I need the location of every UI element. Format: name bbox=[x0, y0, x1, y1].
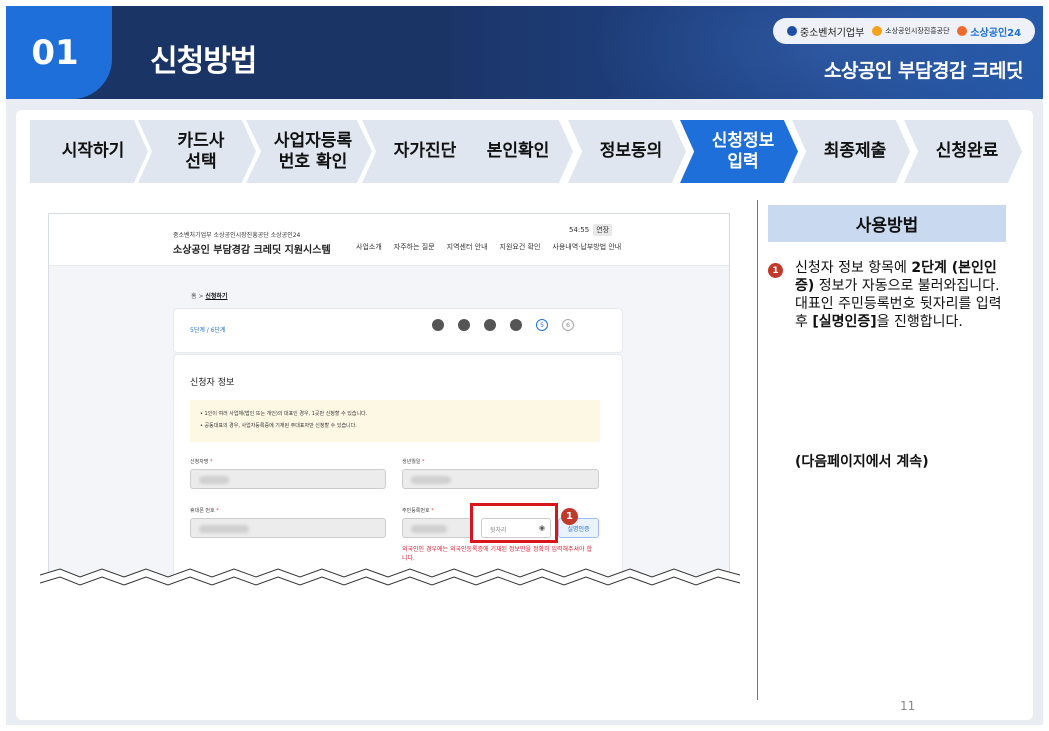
breadcrumb-home[interactable]: 홈 bbox=[191, 293, 197, 300]
sbiz24-logo-icon bbox=[957, 26, 968, 36]
shot-menu-item[interactable]: 지역센터 안내 bbox=[447, 242, 488, 252]
page-title: 신청방법 bbox=[150, 44, 257, 79]
semas-logo-icon bbox=[872, 26, 883, 36]
progress-dot-next: 6 bbox=[562, 319, 574, 331]
mss-logo-icon bbox=[786, 26, 797, 36]
error-message: 외국인인 경우에는 외국인등록증에 기재된 정보만을 정확히 입력해주셔야 합니… bbox=[402, 546, 592, 562]
progress-dots: 5 6 bbox=[432, 319, 574, 331]
birth-label: 생년월일 * bbox=[402, 459, 425, 465]
step-bar: 시작하기 카드사 선택 사업자등록 번호 확인 자가진단 본인확인 정보동의 신… bbox=[30, 120, 1022, 183]
rrn-label: 주민등록번호 * bbox=[402, 508, 434, 514]
brand-title: 소상공인 부담경감 크레딧 bbox=[823, 60, 1024, 82]
logo-pill: 중소벤처기업부 소상공인시장진흥공단 소상공인24 bbox=[773, 18, 1035, 44]
usage-badge: 1 bbox=[768, 263, 783, 278]
name-field[interactable] bbox=[190, 469, 386, 489]
continue-note: (다음페이지에서 계속) bbox=[795, 454, 929, 470]
birth-field[interactable] bbox=[402, 469, 599, 489]
mss-logo: 중소벤처기업부 bbox=[786, 24, 864, 39]
phone-label: 휴대폰 번호 * bbox=[190, 508, 219, 514]
callout-badge: 1 bbox=[561, 508, 578, 525]
page-number: 11 bbox=[900, 699, 916, 713]
shot-logos: 중소벤처기업부 소상공인시장진흥공단 소상공인24 bbox=[173, 232, 301, 239]
step-6: 정보동의 bbox=[568, 120, 686, 183]
progress-dot-done bbox=[432, 319, 444, 331]
step-7-active: 신청정보 입력 bbox=[680, 120, 798, 183]
embedded-screenshot: 중소벤처기업부 소상공인시장진흥공단 소상공인24 소상공인 부담경감 크레딧 … bbox=[48, 213, 730, 583]
torn-edge bbox=[40, 568, 740, 595]
shot-site-title[interactable]: 소상공인 부담경감 크레딧 지원시스템 bbox=[173, 241, 331, 256]
extend-button[interactable]: 연장 bbox=[593, 224, 613, 236]
step-2: 카드사 선택 bbox=[138, 120, 256, 183]
progress-dot-done bbox=[484, 319, 496, 331]
timer-value: 54:55 bbox=[569, 226, 590, 234]
breadcrumb: 홈 > 신청하기 bbox=[191, 293, 228, 300]
name-label: 신청자명 * bbox=[190, 459, 213, 465]
breadcrumb-current: 신청하기 bbox=[205, 293, 228, 300]
semas-logo: 소상공인시장진흥공단 bbox=[872, 26, 950, 36]
rrn-front-field[interactable] bbox=[402, 518, 472, 538]
shot-menu-item[interactable]: 사용내역·납부방법 안내 bbox=[552, 242, 621, 252]
notice-line: • 1인이 여러 사업체(법인 또는 개인)의 대표인 경우, 1곳만 신청할 … bbox=[200, 411, 368, 417]
notice-line: • 공동대표의 경우, 사업자등록증에 기재된 주대표자만 신청할 수 있습니다… bbox=[200, 423, 357, 429]
step-9: 신청완료 bbox=[904, 120, 1022, 183]
step-count: 5단계 / 6단계 bbox=[190, 327, 226, 334]
progress-dot-done bbox=[458, 319, 470, 331]
notice-box: • 1인이 여러 사업체(법인 또는 개인)의 대표인 경우, 1곳만 신청할 … bbox=[190, 400, 600, 442]
step-5: 본인확인 bbox=[455, 120, 573, 183]
applicant-form-card: 신청자 정보 • 1인이 여러 사업체(법인 또는 개인)의 대표인 경우, 1… bbox=[173, 354, 623, 582]
highlight-box bbox=[470, 503, 558, 543]
phone-field[interactable] bbox=[190, 518, 386, 538]
column-divider bbox=[757, 200, 758, 700]
usage-description: 신청자 정보 항목에 2단계 (본인인증) 정보가 자동으로 불러와집니다. 대… bbox=[795, 260, 1002, 330]
section-title: 신청자 정보 bbox=[190, 378, 235, 388]
progress-card: 5단계 / 6단계 5 6 bbox=[173, 308, 623, 353]
shot-menu-item[interactable]: 사업소개 bbox=[356, 242, 382, 252]
progress-dot-done bbox=[510, 319, 522, 331]
progress-dot-current: 5 bbox=[536, 319, 548, 331]
step-1: 시작하기 bbox=[30, 120, 148, 183]
section-number: 01 bbox=[31, 32, 79, 73]
step-3: 사업자등록 번호 확인 bbox=[246, 120, 372, 183]
step-8: 최종제출 bbox=[792, 120, 910, 183]
section-number-tab: 01 bbox=[6, 6, 112, 99]
shot-menu: 사업소개 자주하는 질문 지역센터 안내 지원요건 확인 사용내역·납부방법 안… bbox=[356, 242, 621, 252]
session-timer: 54:55 연장 bbox=[569, 224, 613, 236]
sbiz24-logo: 소상공인24 bbox=[957, 24, 1021, 39]
shot-menu-item[interactable]: 지원요건 확인 bbox=[500, 242, 541, 252]
shot-navbar: 중소벤처기업부 소상공인시장진흥공단 소상공인24 소상공인 부담경감 크레딧 … bbox=[49, 214, 729, 266]
shot-menu-item[interactable]: 자주하는 질문 bbox=[394, 242, 435, 252]
usage-title: 사용방법 bbox=[768, 205, 1006, 242]
